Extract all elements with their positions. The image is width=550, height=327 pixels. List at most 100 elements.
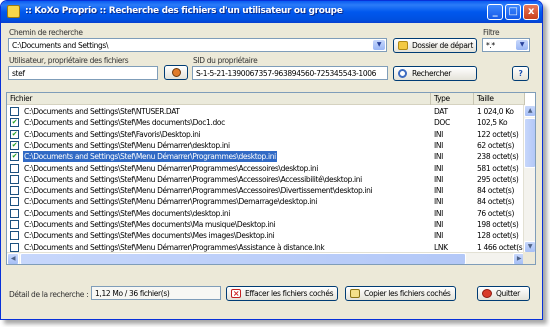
row-checkbox[interactable]: ✔ bbox=[10, 140, 19, 150]
file-row[interactable]: ✔ C:\Documents and Settings\Stef\Mes docu… bbox=[7, 117, 525, 128]
scroll-left-icon[interactable]: ◀ bbox=[7, 253, 19, 264]
scroll-up-icon[interactable]: ▲ bbox=[524, 105, 535, 117]
column-header-size[interactable]: Taille bbox=[474, 93, 525, 105]
file-path: C:\Documents and Settings\Stef\Favoris\D… bbox=[24, 129, 201, 139]
row-checkbox[interactable] bbox=[10, 163, 19, 173]
filter-combo[interactable]: *.* ▼ bbox=[482, 38, 530, 52]
search-icon bbox=[398, 69, 407, 78]
row-checkbox[interactable]: ✔ bbox=[10, 129, 19, 139]
row-checkbox[interactable] bbox=[10, 220, 19, 229]
maximize-button[interactable]: □ bbox=[505, 4, 521, 20]
file-row[interactable]: C:\Documents and Settings\Stef\Menu Déma… bbox=[7, 242, 525, 253]
file-path: C:\Documents and Settings\Stef\Mes docum… bbox=[24, 208, 230, 218]
file-type: INI bbox=[434, 186, 443, 196]
file-type: INI bbox=[434, 220, 443, 229]
file-path: C:\Documents and Settings\Stef\NTUSER.DA… bbox=[24, 107, 180, 116]
file-size: 62 octet(s) bbox=[477, 140, 515, 150]
row-checkbox[interactable] bbox=[10, 197, 19, 207]
quit-icon bbox=[482, 289, 492, 298]
file-size: 1 466 octet(s) bbox=[477, 242, 525, 252]
file-row[interactable]: C:\Documents and Settings\Stef\Mes docum… bbox=[7, 230, 525, 241]
owner-value: stef bbox=[12, 69, 25, 78]
close-button[interactable]: x bbox=[523, 4, 539, 20]
file-size: 84 octet(s) bbox=[477, 197, 515, 207]
file-size: 295 octet(s) bbox=[477, 174, 519, 184]
file-type: LNK bbox=[434, 242, 448, 252]
file-row[interactable]: C:\Documents and Settings\Stef\Menu Déma… bbox=[7, 163, 525, 174]
file-type: DAT bbox=[434, 107, 448, 116]
file-type: INI bbox=[434, 231, 443, 241]
file-row[interactable]: ✔ C:\Documents and Settings\Stef\Favoris\… bbox=[7, 129, 525, 140]
file-path: C:\Documents and Settings\Stef\Mes docum… bbox=[24, 118, 225, 128]
row-checkbox[interactable]: ✔ bbox=[10, 152, 19, 162]
search-button[interactable]: Rechercher bbox=[393, 66, 477, 81]
file-row[interactable]: C:\Documents and Settings\Stef\Menu Déma… bbox=[7, 196, 525, 207]
help-button[interactable]: ? bbox=[512, 66, 529, 81]
file-size: 128 octet(s) bbox=[477, 231, 519, 241]
copy-checked-button[interactable]: Copier les fichiers cochés bbox=[345, 286, 456, 301]
quit-label: Quitter bbox=[496, 289, 520, 298]
vertical-scrollbar[interactable]: ▲ ▼ bbox=[523, 105, 535, 253]
file-type: INI bbox=[434, 140, 443, 150]
file-type: INI bbox=[434, 197, 443, 207]
browse-folder-button[interactable]: Dossier de départ bbox=[393, 38, 477, 53]
file-row[interactable]: C:\Documents and Settings\Stef\NTUSER.DA… bbox=[7, 106, 525, 117]
file-path: C:\Documents and Settings\Stef\Menu Déma… bbox=[24, 163, 318, 173]
user-icon bbox=[172, 68, 181, 77]
main-window: :: KoXo Proprio :: Recherche des fichier… bbox=[0, 0, 543, 320]
file-path: C:\Documents and Settings\Stef\Mes docum… bbox=[24, 231, 275, 241]
file-list[interactable]: Fichier Type Taille C:\Documents and Set… bbox=[6, 92, 536, 265]
column-header-file[interactable]: Fichier bbox=[7, 93, 431, 105]
chevron-down-icon[interactable]: ▼ bbox=[373, 40, 385, 50]
file-row[interactable]: C:\Documents and Settings\Stef\Menu Déma… bbox=[7, 185, 525, 196]
file-row[interactable]: ✔ C:\Documents and Settings\Stef\Menu Dém… bbox=[7, 140, 525, 151]
file-list-header: Fichier Type Taille bbox=[7, 93, 525, 105]
delete-checked-label: Effacer les fichiers cochés bbox=[245, 289, 334, 298]
window-title: :: KoXo Proprio :: Recherche des fichier… bbox=[25, 6, 343, 16]
details-value: 1,12 Mo / 36 fichier(s) bbox=[95, 289, 170, 298]
folder-icon bbox=[398, 41, 408, 50]
file-path: C:\Documents and Settings\Stef\Menu Déma… bbox=[24, 186, 373, 196]
column-header-type[interactable]: Type bbox=[431, 93, 474, 105]
file-type: INI bbox=[434, 129, 443, 139]
file-size: 102,5 Ko bbox=[477, 118, 508, 128]
search-path-combo[interactable]: C:\Documents and Settings\ ▼ bbox=[8, 38, 387, 52]
sid-value: S-1-5-21-1390067357-963894560-725345543-… bbox=[196, 69, 377, 78]
browse-folder-label: Dossier de départ bbox=[412, 41, 473, 50]
file-row[interactable]: C:\Documents and Settings\Stef\Menu Déma… bbox=[7, 174, 525, 185]
file-path: C:\Documents and Settings\Stef\Menu Déma… bbox=[24, 197, 318, 207]
row-checkbox[interactable] bbox=[10, 231, 19, 241]
row-checkbox[interactable] bbox=[10, 174, 19, 184]
file-row[interactable]: ✔ C:\Documents and Settings\Stef\Menu Dém… bbox=[7, 151, 525, 163]
title-bar[interactable]: :: KoXo Proprio :: Recherche des fichier… bbox=[1, 1, 542, 23]
file-type: INI bbox=[434, 152, 443, 162]
file-type: INI bbox=[434, 174, 443, 184]
app-icon bbox=[7, 5, 20, 18]
horizontal-scroll-thumb[interactable] bbox=[20, 253, 466, 264]
file-size: 1 024,0 Ko bbox=[477, 107, 514, 116]
chevron-down-icon[interactable]: ▼ bbox=[516, 40, 528, 50]
horizontal-scrollbar[interactable]: ◀ ▶ bbox=[7, 252, 525, 264]
row-checkbox[interactable] bbox=[10, 107, 19, 116]
row-checkbox[interactable] bbox=[10, 186, 19, 196]
search-button-label: Rechercher bbox=[412, 69, 451, 78]
file-row[interactable]: C:\Documents and Settings\Stef\Mes docum… bbox=[7, 219, 525, 230]
vertical-scroll-thumb[interactable] bbox=[524, 118, 535, 168]
copy-checked-label: Copier les fichiers cochés bbox=[364, 289, 451, 298]
file-type: INI bbox=[434, 208, 443, 218]
details-field: 1,12 Mo / 36 fichier(s) bbox=[91, 286, 221, 300]
file-size: 581 octet(s) bbox=[477, 163, 519, 173]
sid-field[interactable]: S-1-5-21-1390067357-963894560-725345543-… bbox=[192, 66, 388, 80]
quit-button[interactable]: Quitter bbox=[477, 286, 530, 301]
row-checkbox[interactable] bbox=[10, 208, 19, 218]
file-path: C:\Documents and Settings\Stef\Menu Déma… bbox=[23, 151, 277, 163]
search-path-label: Chemin de recherche bbox=[9, 28, 83, 37]
delete-checked-button[interactable]: × Effacer les fichiers cochés bbox=[226, 286, 338, 301]
minimize-button[interactable]: _ bbox=[487, 4, 503, 20]
file-type: DOC bbox=[434, 118, 450, 128]
pick-user-button[interactable] bbox=[164, 65, 188, 80]
row-checkbox[interactable] bbox=[10, 242, 19, 252]
owner-input[interactable]: stef bbox=[8, 66, 158, 80]
file-row[interactable]: C:\Documents and Settings\Stef\Mes docum… bbox=[7, 208, 525, 219]
row-checkbox[interactable]: ✔ bbox=[10, 118, 19, 128]
